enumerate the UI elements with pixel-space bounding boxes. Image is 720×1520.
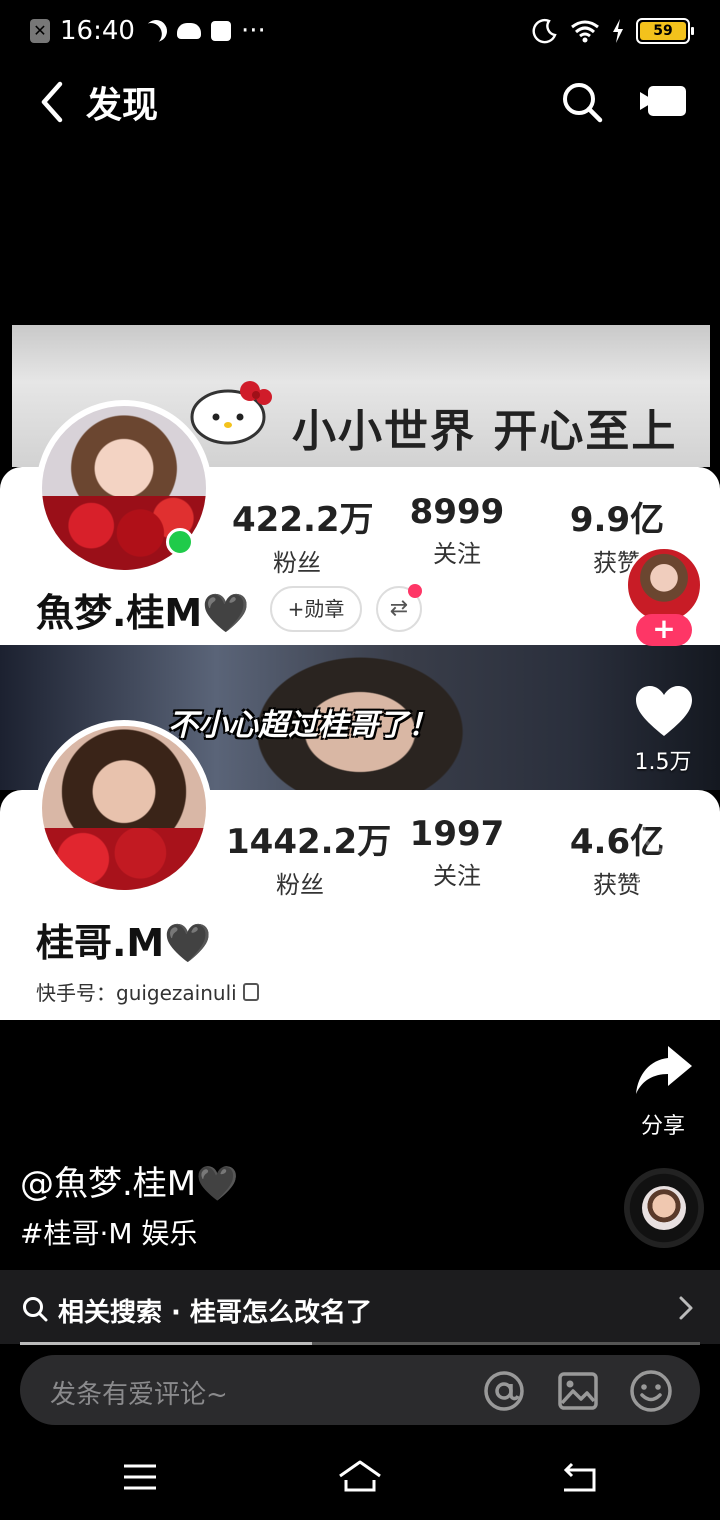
post-author[interactable]: @魚梦.桂M🖤 (20, 1156, 238, 1205)
share-arrow-icon[interactable] (634, 1044, 694, 1096)
profile-1-name: 魚梦.桂M🖤 (36, 591, 250, 635)
comment-icon[interactable] (640, 810, 694, 860)
menu-icon[interactable] (122, 1462, 158, 1492)
image-icon[interactable] (556, 1369, 600, 1413)
back-arrow-icon[interactable] (34, 78, 74, 126)
moon-icon (141, 16, 171, 46)
app-notification-icon (210, 21, 231, 41)
music-disc-avatar (642, 1186, 686, 1230)
status-right: 59 (532, 18, 694, 44)
notification-x-icon: ✕ (30, 19, 50, 43)
kuaishou-id: 快手号：guigezainuli (36, 977, 259, 1006)
status-bar: ✕ 16:40 ··· 59 (0, 0, 720, 64)
more-notifications: ··· (240, 16, 266, 46)
banner-text: 小小世界 开心至上 (292, 406, 678, 457)
video-caption: 不小心超过桂哥了！ (168, 708, 438, 743)
stat-value: 9.9亿 (569, 500, 665, 540)
do-not-disturb-moon-icon (532, 18, 557, 44)
profile-2-name: 桂哥.M🖤 (36, 921, 212, 965)
stat-value: 1997 (409, 814, 505, 854)
battery-level: 59 (640, 22, 686, 40)
stat-value: 8999 (409, 492, 505, 532)
search-icon[interactable] (560, 80, 604, 124)
like-count: 1.5万 (634, 750, 692, 775)
charging-bolt-icon (613, 19, 623, 43)
stat-value: 1442.2万 (226, 822, 392, 862)
stat-value: 422.2万 (232, 500, 374, 540)
avatar-roses (42, 827, 206, 890)
profile-2-avatar (36, 720, 212, 896)
search-icon (23, 1297, 48, 1322)
wifi-icon (571, 20, 599, 43)
stat-label: 关注 (433, 540, 481, 568)
collect-star-icon[interactable] (640, 940, 688, 980)
status-left: ✕ 16:40 ··· (30, 16, 266, 46)
stat-label: 关注 (433, 862, 481, 890)
system-back-icon[interactable] (558, 1460, 600, 1494)
comment-placeholder[interactable]: 发条有爱评论~ (50, 1374, 228, 1411)
stat-label: 粉丝 (276, 871, 324, 899)
comment-count: 6032 (635, 868, 691, 893)
profile-1-fans: 422.2万 粉丝 (232, 492, 374, 578)
stat-label: 粉丝 (273, 549, 321, 577)
page-title: 发现 (86, 85, 159, 126)
camera-icon[interactable] (640, 84, 686, 118)
emoji-icon[interactable] (628, 1368, 674, 1414)
profile-2-fans: 1442.2万 粉丝 (226, 814, 392, 900)
mention-at-icon[interactable] (482, 1369, 526, 1413)
chevron-right-icon[interactable] (676, 1294, 696, 1322)
profile-1-following: 8999 关注 (392, 492, 522, 569)
battery-icon: 59 (636, 18, 694, 44)
copy-icon[interactable] (242, 982, 259, 1001)
notification-dot (408, 584, 422, 598)
profile-2-following: 1997 关注 (392, 814, 522, 891)
heart-icon[interactable] (634, 684, 694, 738)
video-progress-fill (20, 1342, 313, 1345)
hello-kitty-icon (190, 381, 272, 445)
online-status-dot (166, 528, 194, 556)
post-tags[interactable]: #桂哥·M 娱乐 (20, 1212, 197, 1252)
share-label[interactable]: 分享 (620, 1108, 706, 1140)
cloud-icon (176, 23, 201, 39)
kuaishou-id-text: 快手号：guigezainuli (36, 981, 237, 1005)
home-icon[interactable] (336, 1458, 384, 1494)
follow-button[interactable]: + (636, 614, 692, 646)
add-medal-button[interactable]: +勋章 (270, 586, 362, 632)
related-search-text[interactable]: 相关搜索 · 桂哥怎么改名了 (58, 1292, 372, 1329)
status-time: 16:40 (60, 16, 135, 46)
collect-count: 2635 (635, 990, 691, 1015)
